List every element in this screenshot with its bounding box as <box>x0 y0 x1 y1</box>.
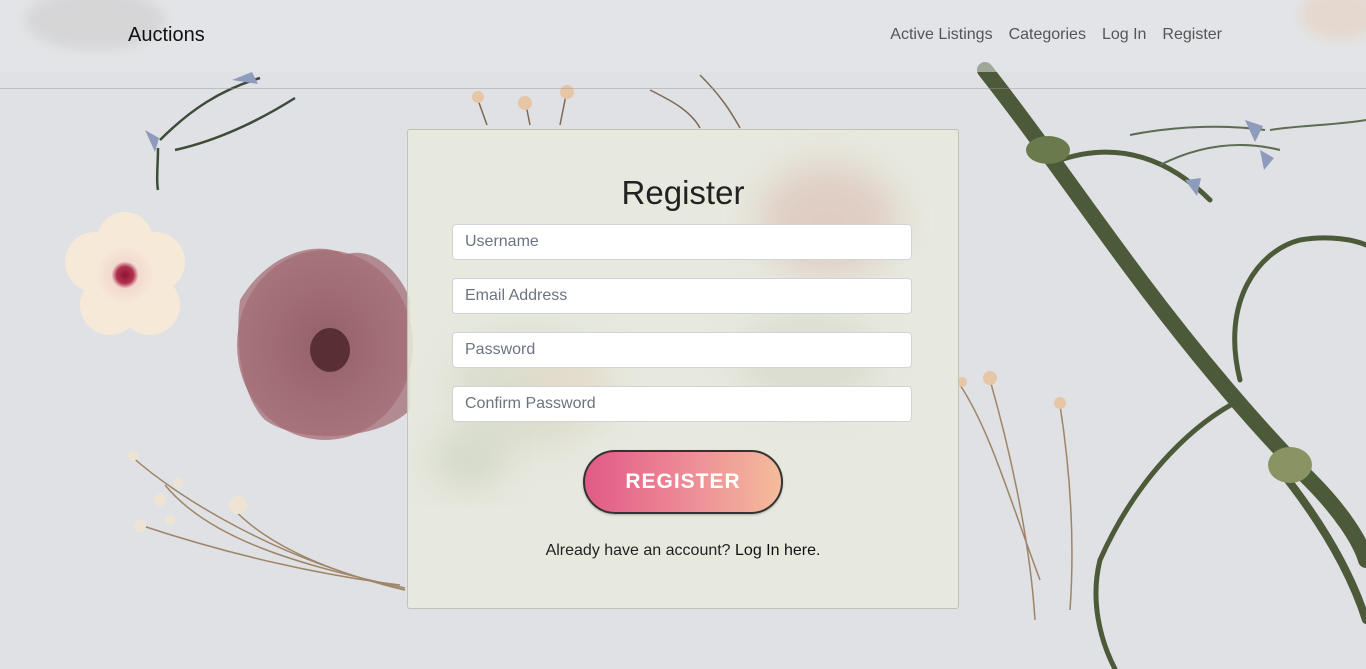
nav-link-categories[interactable]: Categories <box>1001 26 1094 44</box>
login-prompt-text: Already have an account? <box>545 542 731 559</box>
nav-links: Active Listings Categories Log In Regist… <box>882 26 1230 44</box>
register-submit-button[interactable]: REGISTER <box>583 450 783 514</box>
navbar-divider <box>0 88 1366 89</box>
brand-logo-link[interactable]: Auctions <box>128 24 205 47</box>
page-title: Register <box>621 174 745 211</box>
email-address-input[interactable] <box>452 278 912 314</box>
confirm-password-input[interactable] <box>452 386 912 422</box>
nav-link-active-listings[interactable]: Active Listings <box>882 26 1000 44</box>
register-card: Register REGISTER Already have an accoun… <box>407 129 959 609</box>
login-here-link[interactable]: Log In here. <box>735 542 820 559</box>
nav-link-register[interactable]: Register <box>1154 26 1230 44</box>
password-input[interactable] <box>452 332 912 368</box>
navbar: Auctions Active Listings Categories Log … <box>0 0 1366 72</box>
nav-link-log-in[interactable]: Log In <box>1094 26 1154 44</box>
login-prompt: Already have an account? Log In here. <box>408 542 958 560</box>
username-input[interactable] <box>452 224 912 260</box>
